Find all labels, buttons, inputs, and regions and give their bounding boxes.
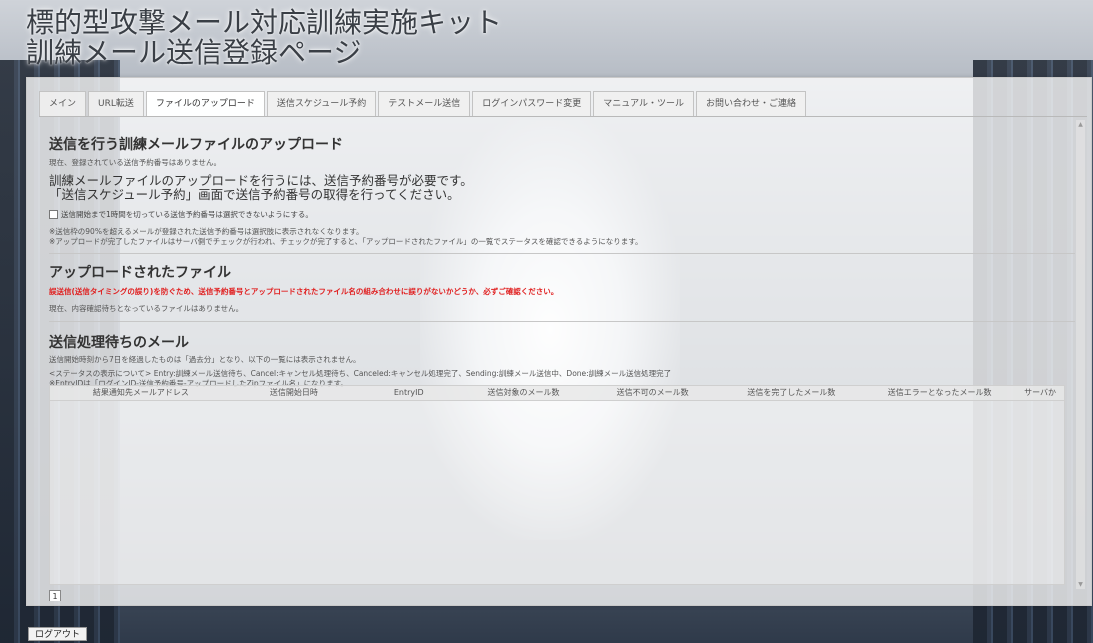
scroll-up-icon[interactable]: ▲	[1076, 120, 1085, 129]
uploaded-files-heading: アップロードされたファイル	[49, 265, 231, 281]
status-legend: <ステータスの表示について> Entry:訓練メール送信待ち、Cancel:キャ…	[49, 369, 672, 378]
vertical-scrollbar[interactable]: ▲ ▼	[1076, 120, 1085, 589]
reservation-required-notice-1: 訓練メールファイルのアップロードを行うには、送信予約番号が必要です。	[49, 173, 473, 188]
logout-button[interactable]: ログアウト	[28, 627, 88, 641]
tab-password-change[interactable]: ログインパスワード変更	[472, 91, 592, 116]
table-header: 結果通知先メールアドレス 送信開始日時 EntryID 送信対象のメール数 送信…	[50, 386, 1064, 401]
main-panel: メイン URL転送 ファイルのアップロード 送信スケジュール予約 テストメール送…	[26, 77, 1092, 606]
tab-main[interactable]: メイン	[39, 91, 87, 116]
column-header[interactable]: 送信開始日時	[232, 386, 356, 400]
misdelivery-warning: 誤送信(送信タイミングの誤り)を防ぐため、送信予約番号とアップロードされたファイ…	[49, 287, 559, 296]
past-entries-note: 送信開始時刻から7日を経過したものは「過去分」となり、以下の一覧には表示されませ…	[49, 355, 361, 364]
site-title-line2: 訓練メール送信登録ページ	[26, 36, 362, 69]
exclude-reservations-label: 送信開始まで1時間を切っている送信予約番号は選択できないようにする。	[61, 210, 313, 219]
column-header[interactable]: サーバか	[1016, 386, 1064, 400]
scroll-down-icon[interactable]: ▼	[1076, 580, 1085, 589]
tab-manual-tools[interactable]: マニュアル・ツール	[593, 91, 695, 116]
column-header[interactable]: 送信不可のメール数	[586, 386, 720, 400]
upload-note-1: ※送信枠の90%を超えるメールが登録された送信予約番号は選択肢に表示されなくなり…	[49, 227, 364, 236]
upload-section-heading: 送信を行う訓練メールファイルのアップロード	[49, 137, 343, 153]
pending-mail-heading: 送信処理待ちのメール	[49, 335, 189, 351]
page-number-button[interactable]: 1	[49, 590, 61, 601]
tab-send-schedule[interactable]: 送信スケジュール予約	[266, 91, 377, 116]
reservation-required-notice-2: 「送信スケジュール予約」画面で送信予約番号の取得を行ってください。	[49, 187, 460, 202]
exclude-reservations-option[interactable]: 送信開始まで1時間を切っている送信予約番号は選択できないようにする。	[49, 209, 1075, 220]
column-header[interactable]: 送信対象のメール数	[461, 386, 585, 400]
tab-url-forward[interactable]: URL転送	[88, 91, 144, 116]
column-header[interactable]: 送信エラーとなったメール数	[863, 386, 1016, 400]
upload-note-2: ※アップロードが完了したファイルはサーバ側でチェックが行われ、チェックが完了する…	[49, 237, 643, 246]
column-header[interactable]: 結果通知先メールアドレス	[50, 386, 232, 400]
exclude-reservations-checkbox[interactable]	[49, 210, 58, 219]
tab-contact[interactable]: お問い合わせ・ご連絡	[696, 91, 807, 116]
tab-bar: メイン URL転送 ファイルのアップロード 送信スケジュール予約 テストメール送…	[39, 90, 1087, 117]
site-title: 標的型攻撃メール対応訓練実施キット 訓練メール送信登録ページ	[26, 8, 502, 68]
tab-content: 送信を行う訓練メールファイルのアップロード 現在、登録されている送信予約番号はあ…	[39, 120, 1075, 601]
tab-file-upload[interactable]: ファイルのアップロード	[145, 91, 265, 116]
column-header[interactable]: EntryID	[356, 386, 461, 400]
divider	[49, 253, 1075, 254]
tab-content-scroll-area: 送信を行う訓練メールファイルのアップロード 現在、登録されている送信予約番号はあ…	[39, 120, 1085, 601]
tab-test-mail[interactable]: テストメール送信	[378, 91, 471, 116]
pending-mail-table: 結果通知先メールアドレス 送信開始日時 EntryID 送信対象のメール数 送信…	[49, 385, 1065, 585]
uploaded-files-status: 現在、内容確認待ちとなっているファイルはありません。	[49, 304, 244, 313]
column-header[interactable]: 送信を完了したメール数	[720, 386, 863, 400]
no-reservation-text: 現在、登録されている送信予約番号はありません。	[49, 158, 222, 167]
site-title-line1: 標的型攻撃メール対応訓練実施キット	[26, 6, 503, 39]
divider	[49, 321, 1075, 322]
